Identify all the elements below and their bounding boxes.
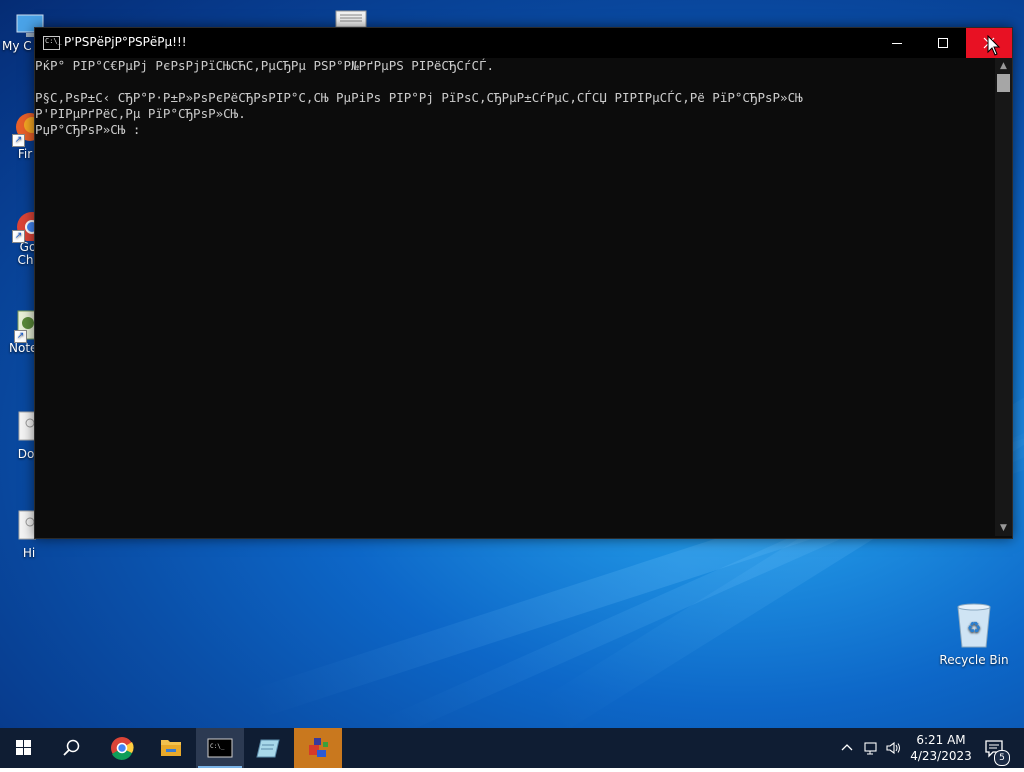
chevron-up-icon[interactable] <box>839 740 855 756</box>
desktop-icon-label: Note <box>9 341 38 355</box>
chrome-icon <box>111 737 134 760</box>
notepad-icon <box>256 739 280 758</box>
taskbar-command-prompt[interactable]: C:\_ <box>196 728 244 768</box>
taskbar-notepad[interactable] <box>245 728 293 768</box>
svg-text:♻: ♻ <box>967 618 981 637</box>
desktop-icon-recycle-bin[interactable]: ♻ Recycle Bin <box>937 603 1011 667</box>
notification-badge: 5 <box>994 750 1010 766</box>
scroll-down-icon[interactable]: ▼ <box>995 520 1012 536</box>
svg-text:C:\_: C:\_ <box>210 743 225 750</box>
start-button[interactable] <box>0 728 48 768</box>
document-icon[interactable] <box>335 9 367 28</box>
shortcut-arrow-icon: ↗ <box>14 330 27 343</box>
recycle-bin-icon: ♻ <box>954 603 994 649</box>
vertical-scrollbar[interactable]: ▲ ▼ <box>995 58 1012 536</box>
app-blocks-icon <box>309 738 328 757</box>
folder-icon <box>161 740 181 756</box>
shortcut-arrow-icon: ↗ <box>12 230 25 243</box>
maximize-icon <box>938 38 948 48</box>
network-icon[interactable] <box>863 740 879 756</box>
maximize-button[interactable] <box>920 28 966 58</box>
search-button[interactable] <box>48 728 96 768</box>
console-output[interactable]: РќР° РІР°С€РµРј РєРѕРјРїСЊСЋС‚РµСЂРµ РЅР… <box>35 58 995 536</box>
recycle-bin-label: Recycle Bin <box>939 653 1009 667</box>
taskbar-file-explorer[interactable] <box>147 728 195 768</box>
mouse-cursor-icon <box>987 35 1001 56</box>
clock-time: 6:21 AM <box>916 733 966 747</box>
window-title: Р'РЅРёРјР°РЅРёРµ!!! <box>64 35 187 49</box>
notepad-icon: ↗ <box>10 309 37 343</box>
taskbar: C:\_ 6:21 AM 4/23/2023 5 <box>0 728 1024 768</box>
file-icon <box>16 510 37 540</box>
scroll-up-icon[interactable]: ▲ <box>995 58 1012 74</box>
cmd-icon: C:\_ <box>207 738 233 758</box>
cmd-icon: C:\_ <box>43 36 62 50</box>
chrome-icon: ↗ <box>12 209 47 243</box>
desktop-icon-label: Hi <box>22 546 36 560</box>
shortcut-arrow-icon: ↗ <box>12 134 25 147</box>
console-line: Р§С‚РѕР±С‹ СЂР°Р·Р±Р»РѕРєРёСЂРѕРІР°С‚СЊ … <box>35 90 803 105</box>
file-icon <box>16 411 37 441</box>
scrollbar-thumb[interactable] <box>997 74 1010 92</box>
clock-date: 4/23/2023 <box>910 749 972 763</box>
minimize-icon <box>892 43 902 44</box>
taskbar-app[interactable] <box>294 728 342 768</box>
clock[interactable]: 6:21 AM 4/23/2023 <box>906 732 976 764</box>
windows-logo-icon <box>16 740 31 755</box>
console-prompt-line[interactable]: РџР°СЂРѕР»СЊ : <box>35 122 995 138</box>
console-titlebar[interactable]: C:\_ Р'РЅРёРјР°РЅРёРµ!!! <box>35 28 1012 58</box>
search-icon <box>63 739 80 756</box>
minimize-button[interactable] <box>874 28 920 58</box>
volume-icon[interactable] <box>885 740 901 756</box>
system-tray: 6:21 AM 4/23/2023 5 <box>836 728 1024 768</box>
taskbar-chrome[interactable] <box>98 728 146 768</box>
desktop-icon-notepad[interactable]: ↗ Note <box>9 309 37 355</box>
console-line: Р'РІРµРґРёС‚Рµ РїР°СЂРѕР»СЊ. <box>35 106 246 121</box>
console-line: РќР° РІР°С€РµРј РєРѕРјРїСЊСЋС‚РµСЂРµ РЅР… <box>35 58 495 73</box>
firefox-icon: ↗ <box>12 113 44 147</box>
console-window[interactable]: C:\_ Р'РЅРёРјР°РЅРёРµ!!! РќР° РІР°С€РµРј… <box>34 27 1013 539</box>
